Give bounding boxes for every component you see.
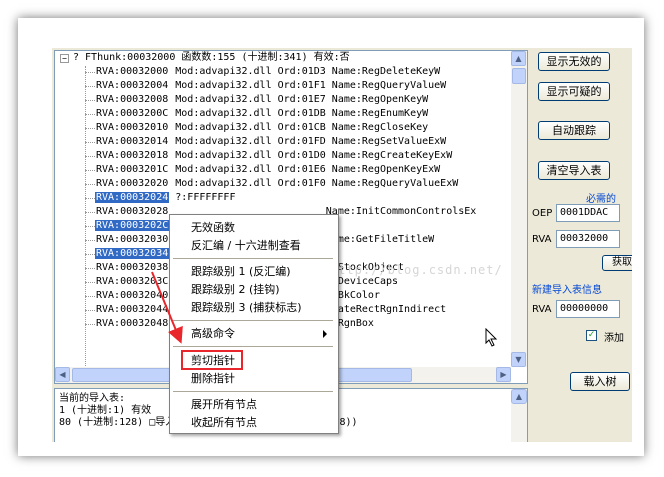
screenshot-frame: − ? FThunk:00032000 函数数:155 (十进制:341) 有效… xyxy=(18,18,644,456)
mouse-cursor-icon xyxy=(485,328,498,347)
annotation-arrow-icon xyxy=(151,271,183,344)
